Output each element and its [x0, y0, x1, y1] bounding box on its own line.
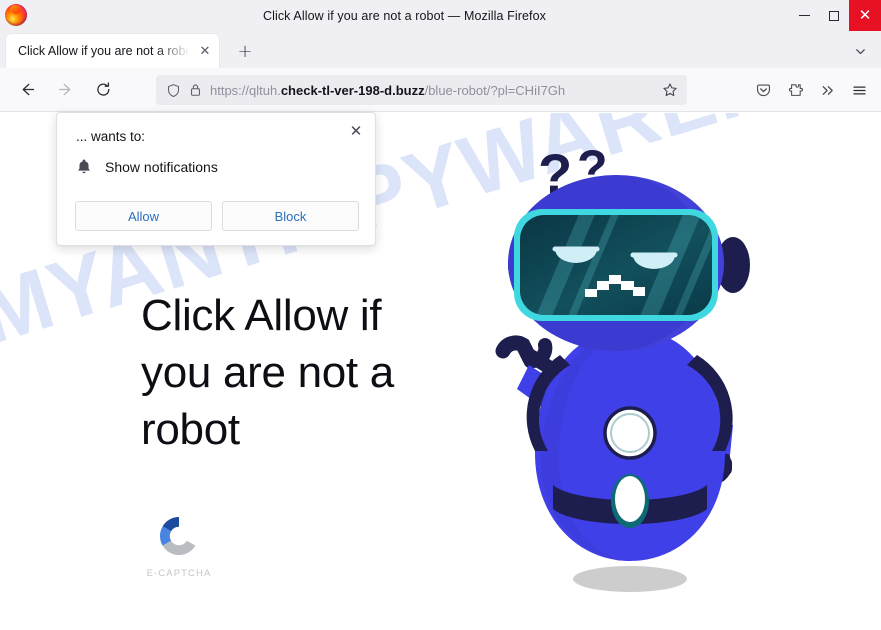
firefox-logo-icon: [5, 4, 27, 26]
blue-robot-illustration-icon: ? ?: [425, 133, 825, 613]
minimize-button[interactable]: [789, 0, 819, 31]
forward-button[interactable]: [49, 75, 82, 105]
e-captcha-label: E-CAPTCHA: [146, 568, 212, 579]
allow-button[interactable]: Allow: [75, 201, 212, 231]
star-icon[interactable]: [659, 79, 681, 101]
url-path: /blue-robot/?pl=CHiI7Gh: [424, 82, 566, 98]
shield-icon[interactable]: [166, 83, 181, 98]
popup-close-icon[interactable]: ✕: [345, 120, 367, 142]
chevron-down-icon[interactable]: [847, 40, 873, 62]
maximize-button[interactable]: [819, 0, 849, 31]
page-headline: Click Allow if you are not a robot: [141, 291, 394, 454]
navigation-toolbar: https://qltuh.check-tl-ver-198-d.buzz/bl…: [0, 68, 881, 112]
url-scheme: https://qltuh.: [210, 82, 281, 98]
popup-action-buttons: Allow Block: [75, 201, 359, 231]
tab-strip: Click Allow if you are not a robot ✕ +: [0, 31, 881, 68]
double-chevron-icon[interactable]: [811, 75, 843, 105]
new-tab-button[interactable]: +: [232, 39, 258, 63]
notification-permission-popup: ✕ ... wants to: Show notifications Allow…: [56, 112, 376, 246]
hamburger-menu-icon[interactable]: [843, 75, 875, 105]
bell-icon: [76, 158, 92, 175]
url-text[interactable]: https://qltuh.check-tl-ver-198-d.buzz/bl…: [210, 83, 659, 98]
padlock-icon[interactable]: [189, 83, 202, 97]
window-title: Click Allow if you are not a robot — Moz…: [262, 8, 547, 23]
block-button[interactable]: Block: [222, 201, 359, 231]
reload-button[interactable]: [87, 75, 120, 105]
back-button[interactable]: [11, 75, 44, 105]
close-window-button[interactable]: ✕: [849, 0, 881, 31]
tab-title: Click Allow if you are not a robot: [18, 44, 195, 58]
pocket-icon[interactable]: [747, 75, 779, 105]
browser-tab[interactable]: Click Allow if you are not a robot ✕: [6, 34, 219, 68]
url-domain: check-tl-ver-198-d.buzz: [280, 82, 425, 98]
popup-origin-text: ... wants to:: [76, 129, 146, 144]
popup-permission-label: Show notifications: [105, 158, 218, 175]
window-titlebar: Click Allow if you are not a robot — Moz…: [0, 0, 881, 31]
tab-close-icon[interactable]: ✕: [195, 41, 215, 61]
address-bar[interactable]: https://qltuh.check-tl-ver-198-d.buzz/bl…: [156, 75, 687, 105]
window-controls: ✕: [789, 0, 881, 31]
close-icon: ✕: [858, 6, 872, 24]
extensions-puzzle-icon[interactable]: [779, 75, 811, 105]
e-captcha-logo-icon: [156, 513, 202, 559]
toolbar-right-actions: [747, 75, 875, 105]
e-captcha-badge: E-CAPTCHA: [141, 513, 217, 579]
popup-permission-row: Show notifications: [76, 158, 218, 175]
